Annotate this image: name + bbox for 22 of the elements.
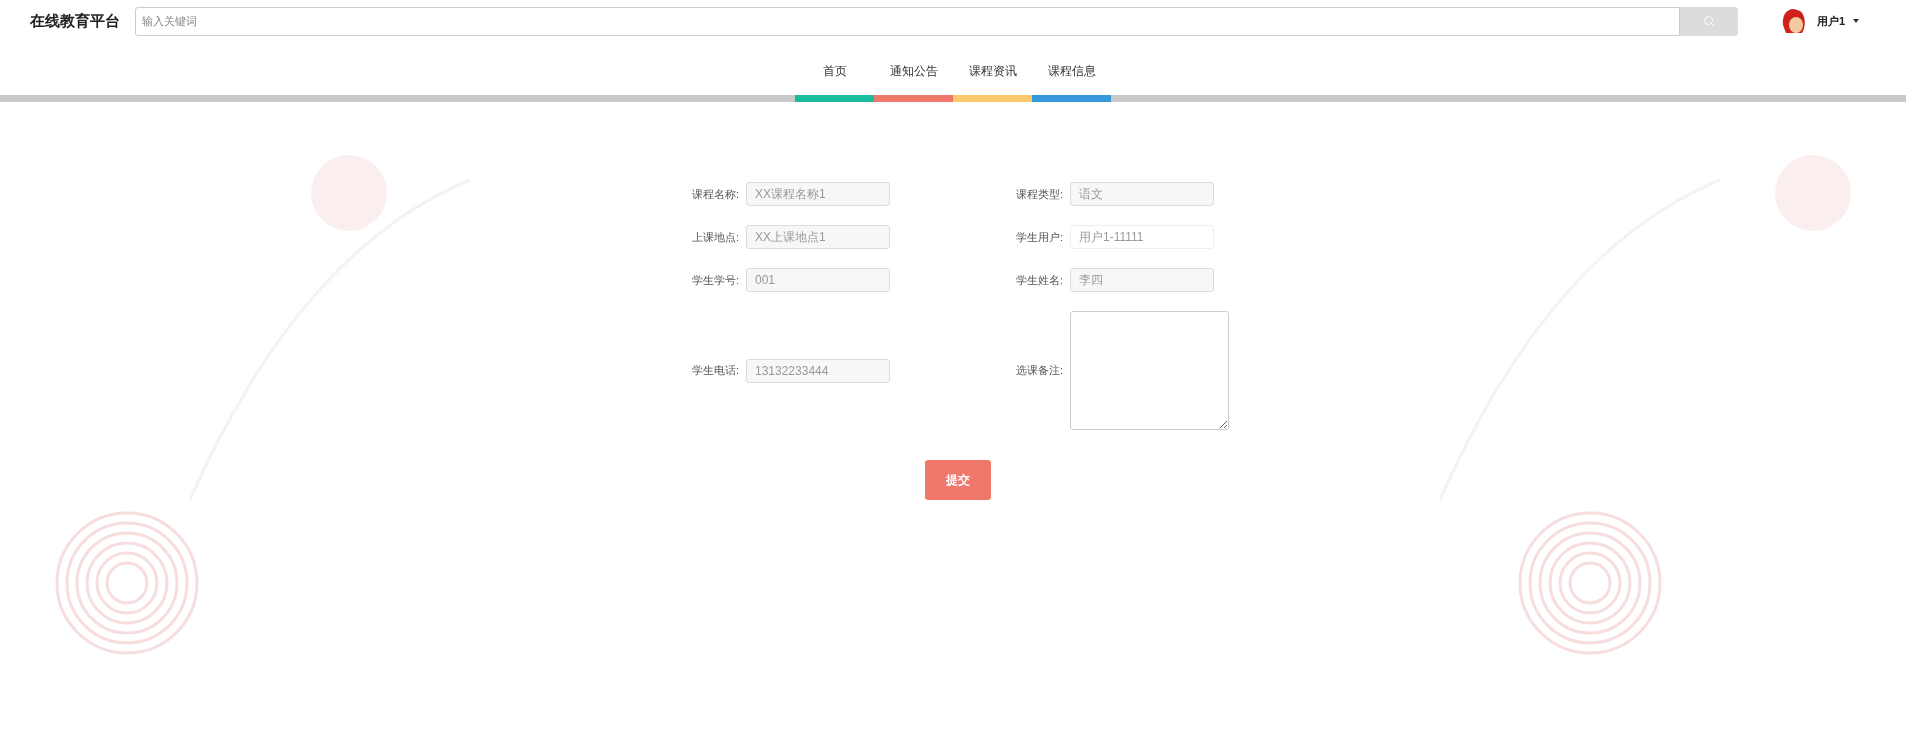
input-field[interactable]: 用户1-11111 <box>1070 225 1214 249</box>
field-label: 学生电话: <box>690 363 739 379</box>
caret-icon <box>1853 19 1860 23</box>
nav-tab[interactable]: 通知公告 <box>874 62 953 95</box>
nav-tab[interactable]: 课程信息 <box>1032 62 1111 95</box>
remark-field[interactable] <box>1070 311 1229 430</box>
field-label: 选课备注: <box>1014 363 1063 379</box>
avatar-icon <box>1780 7 1808 35</box>
field-label: 学生用户: <box>1014 229 1063 245</box>
field-label: 学生学号: <box>690 272 739 288</box>
search-field[interactable]: 输入关键词 <box>135 6 1680 36</box>
nav-tab[interactable]: 首页 <box>795 62 874 95</box>
field-label: 上课地点: <box>690 229 739 245</box>
site-title: 在线教育平台 <box>30 10 121 31</box>
user-name[interactable]: 用户1 <box>1817 12 1846 30</box>
search-button[interactable] <box>1680 6 1738 36</box>
nav-tab[interactable]: 课程资讯 <box>953 62 1032 95</box>
field-label: 课程名称: <box>690 186 739 202</box>
submit-button[interactable]: 提交 <box>925 460 991 500</box>
search-icon <box>1703 15 1715 27</box>
field-label: 学生姓名: <box>1014 272 1063 288</box>
field-label: 课程类型: <box>1014 186 1063 202</box>
